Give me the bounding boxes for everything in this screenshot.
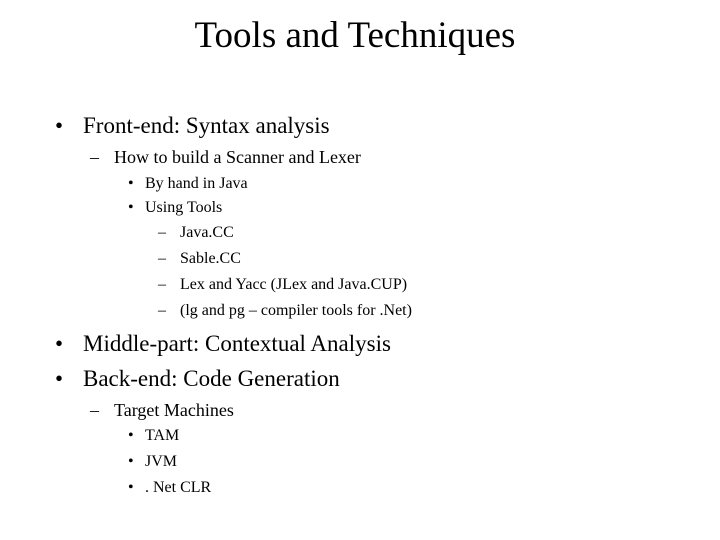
bullet-tam: • TAM bbox=[128, 426, 179, 446]
bullet-jvm: • JVM bbox=[128, 452, 177, 472]
bullet-marker: • bbox=[128, 175, 134, 192]
bullet-target-machines: – Target Machines bbox=[90, 399, 234, 421]
bullet-marker: • bbox=[128, 199, 134, 216]
dash-marker: – bbox=[90, 147, 99, 167]
dash-marker: – bbox=[90, 400, 99, 420]
dash-marker: – bbox=[158, 276, 166, 293]
bullet-front-end: • Front-end: Syntax analysis bbox=[55, 112, 330, 140]
bullet-marker: • bbox=[128, 453, 134, 470]
bullet-javacc: – Java.CC bbox=[158, 223, 234, 243]
bullet-lg-pg: – (lg and pg – compiler tools for .Net) bbox=[158, 301, 412, 321]
bullet-text: . Net CLR bbox=[145, 479, 212, 496]
bullet-marker: • bbox=[55, 366, 64, 391]
slide-title: Tools and Techniques bbox=[194, 15, 516, 56]
bullet-text: TAM bbox=[145, 427, 180, 444]
bullet-marker: • bbox=[55, 331, 64, 356]
dash-marker: – bbox=[158, 224, 166, 241]
bullet-text: (lg and pg – compiler tools for .Net) bbox=[180, 302, 412, 319]
bullet-text: How to build a Scanner and Lexer bbox=[114, 147, 361, 167]
bullet-scanner-lexer: – How to build a Scanner and Lexer bbox=[90, 146, 361, 168]
bullet-text: Middle-part: Contextual Analysis bbox=[83, 331, 391, 356]
dash-marker: – bbox=[158, 302, 166, 319]
bullet-text: Front-end: Syntax analysis bbox=[83, 113, 330, 138]
bullet-using-tools: • Using Tools bbox=[128, 198, 222, 218]
bullet-net-clr: • . Net CLR bbox=[128, 478, 211, 498]
bullet-middle-part: • Middle-part: Contextual Analysis bbox=[55, 330, 391, 358]
bullet-text: Lex and Yacc (JLex and Java.CUP) bbox=[180, 276, 408, 293]
bullet-lex-yacc: – Lex and Yacc (JLex and Java.CUP) bbox=[158, 275, 407, 295]
bullet-back-end: • Back-end: Code Generation bbox=[55, 365, 340, 393]
bullet-marker: • bbox=[55, 113, 64, 138]
bullet-text: By hand in Java bbox=[145, 175, 248, 192]
bullet-marker: • bbox=[128, 427, 134, 444]
bullet-text: Using Tools bbox=[145, 199, 223, 216]
bullet-text: Java.CC bbox=[180, 224, 234, 241]
bullet-text: JVM bbox=[145, 453, 178, 470]
bullet-sablecc: – Sable.CC bbox=[158, 249, 241, 269]
bullet-text: Back-end: Code Generation bbox=[83, 366, 340, 391]
bullet-by-hand: • By hand in Java bbox=[128, 174, 248, 194]
bullet-text: Target Machines bbox=[114, 400, 234, 420]
bullet-text: Sable.CC bbox=[180, 250, 241, 267]
bullet-marker: • bbox=[128, 479, 134, 496]
dash-marker: – bbox=[158, 250, 166, 267]
